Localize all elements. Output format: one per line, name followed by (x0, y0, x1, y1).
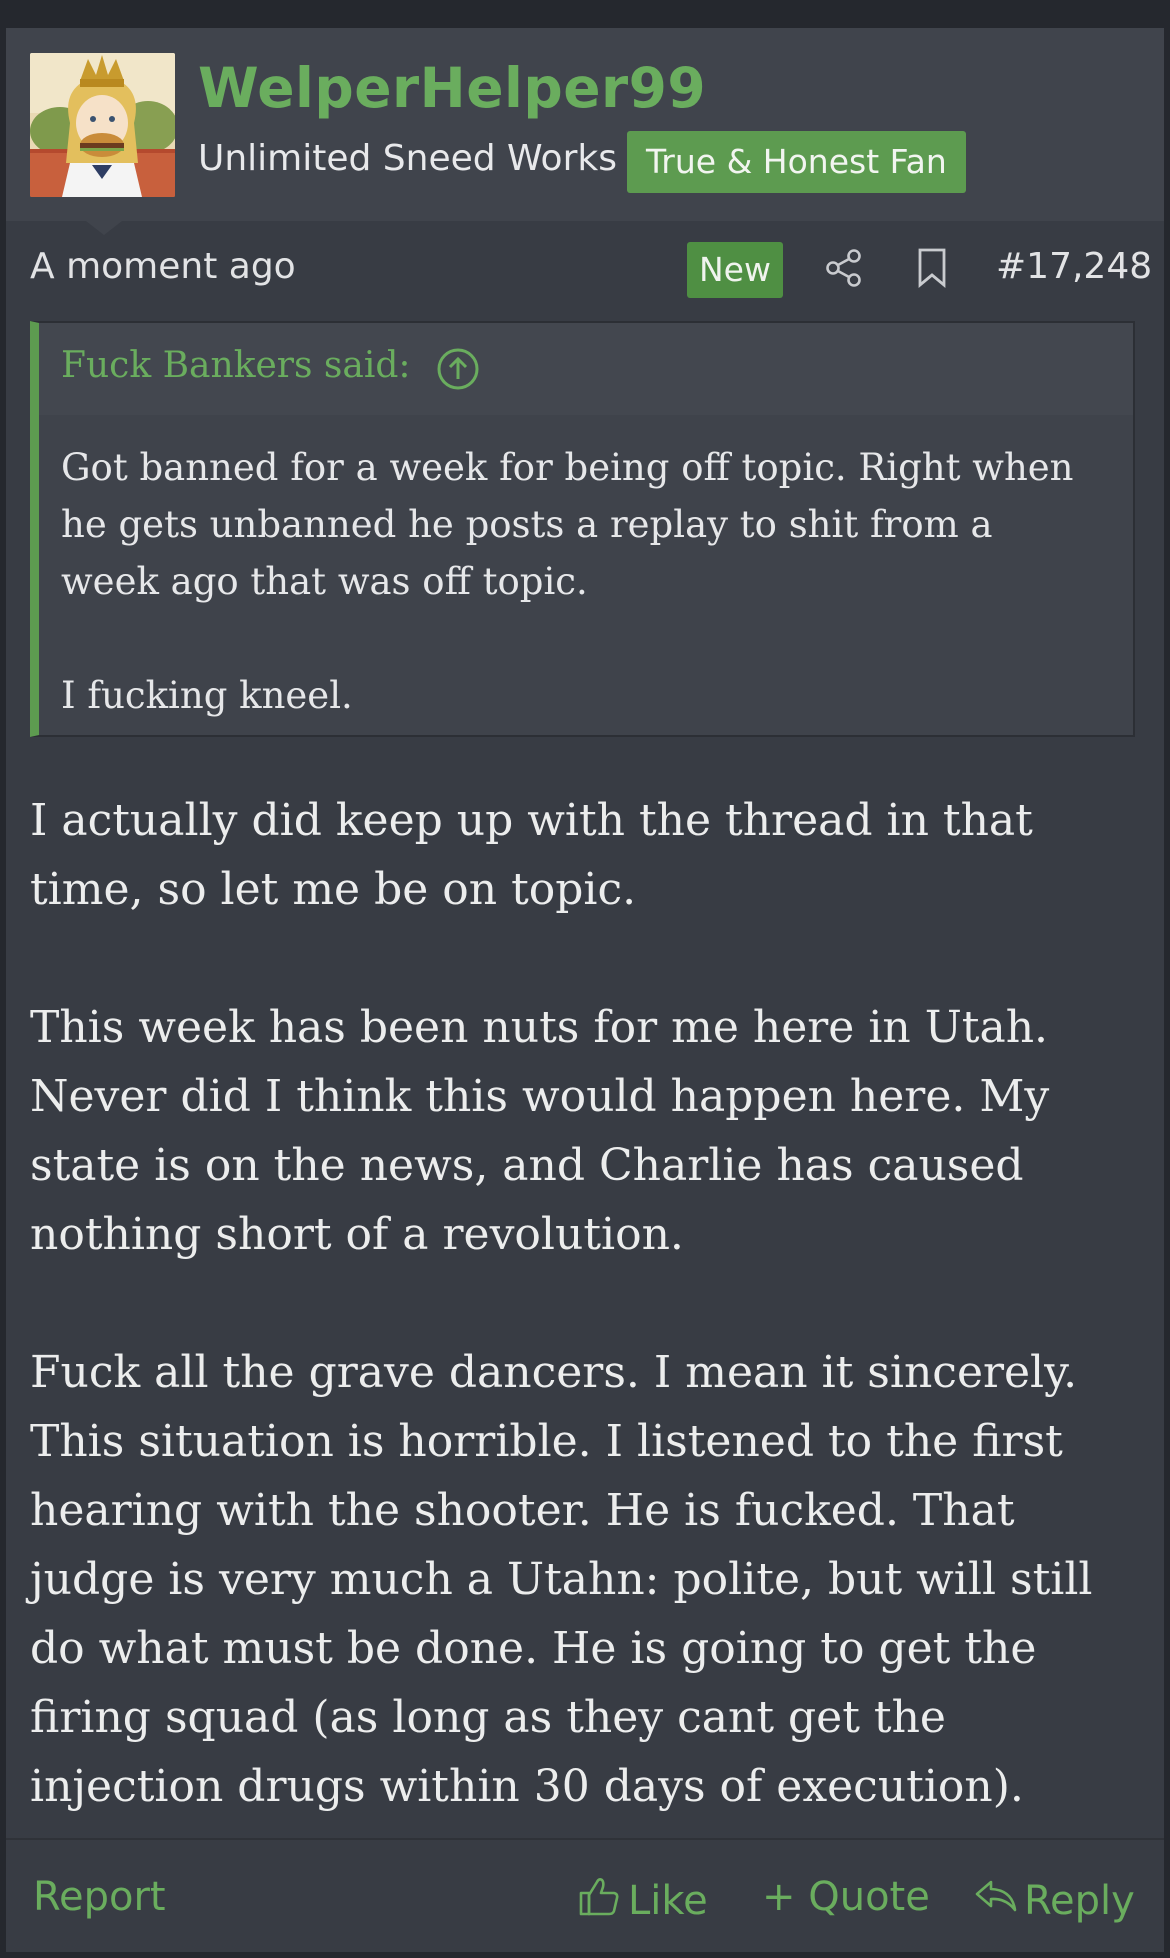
post-container: WelperHelper99 Unlimited Sneed Works Tru… (6, 28, 1164, 1952)
post-header: WelperHelper99 Unlimited Sneed Works Tru… (6, 28, 1164, 221)
share-icon[interactable] (824, 248, 864, 292)
message-body: I actually did keep up with the thread i… (30, 786, 1150, 1821)
quote-button[interactable]: + Quote (762, 1874, 930, 1920)
username[interactable]: WelperHelper99 (198, 56, 706, 120)
quote-label: + Quote (762, 1874, 930, 1920)
quote-body: Got banned for a week for being off topi… (61, 446, 1074, 717)
post-footer: Report Like + Quote Reply (6, 1840, 1164, 1952)
message-spacer (30, 1269, 1150, 1338)
post-number[interactable]: #17,248 (996, 246, 1152, 287)
reply-label: Reply (1024, 1878, 1135, 1924)
quote-block: Fuck Bankers said: Got banned for a week… (30, 321, 1135, 737)
post-timestamp[interactable]: A moment ago (30, 246, 296, 287)
like-label: Like (628, 1878, 708, 1924)
like-button[interactable]: Like (578, 1874, 708, 1928)
quote-header: Fuck Bankers said: (39, 323, 1133, 415)
message-spacer (30, 924, 1150, 993)
arrow-up-icon[interactable] (436, 347, 480, 395)
message-paragraph: This week has been nuts for me here in U… (30, 1002, 1050, 1260)
quote-author: Fuck Bankers said: (61, 345, 411, 386)
message-paragraph: Fuck all the grave dancers. I mean it si… (30, 1347, 1093, 1812)
thumbs-up-icon (578, 1874, 622, 1928)
bookmark-icon[interactable] (916, 247, 948, 293)
user-banner: True & Honest Fan (627, 131, 966, 193)
reply-icon (974, 1874, 1018, 1928)
user-title: Unlimited Sneed Works (198, 138, 617, 179)
message-paragraph: I actually did keep up with the thread i… (30, 795, 1033, 915)
reply-button[interactable]: Reply (974, 1874, 1135, 1928)
header-pointer (86, 221, 122, 235)
avatar[interactable] (30, 53, 175, 197)
new-badge: New (687, 242, 783, 298)
report-link[interactable]: Report (33, 1874, 166, 1920)
